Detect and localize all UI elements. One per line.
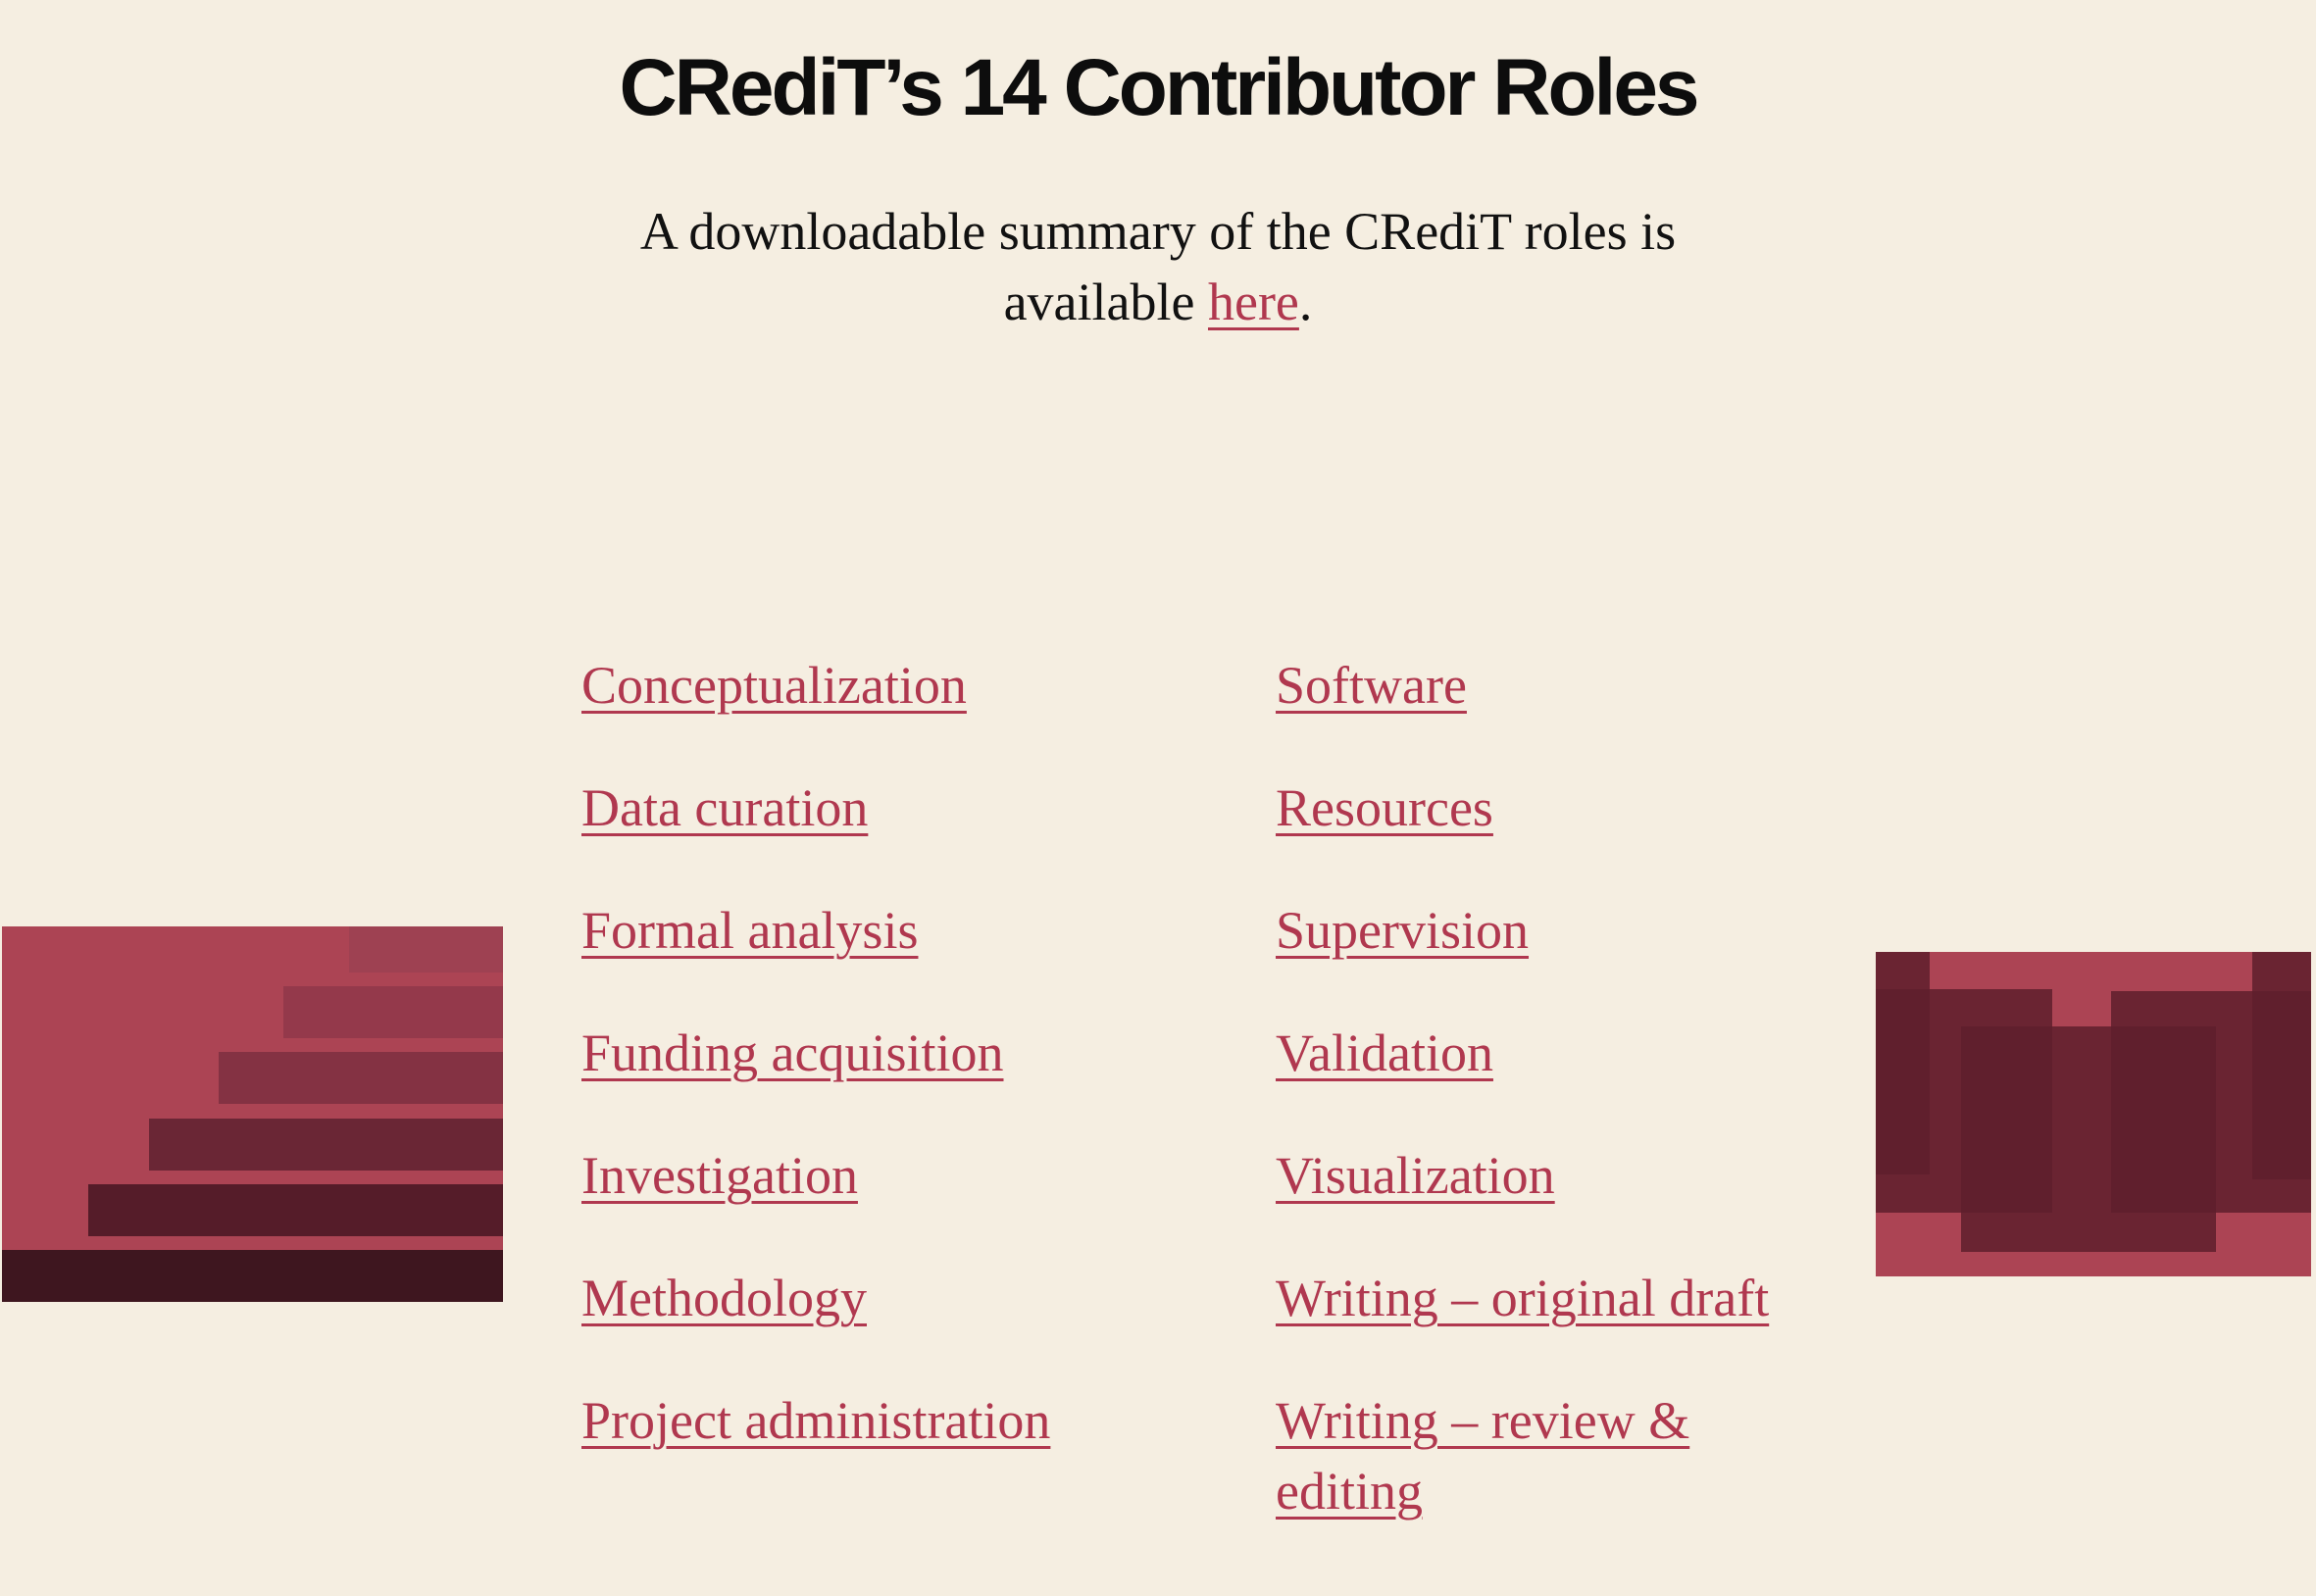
- list-item: Project administration: [581, 1385, 1091, 1456]
- list-item: Resources: [1276, 773, 1825, 843]
- intro-paragraph: A downloadable summary of the CRediT rol…: [570, 196, 1746, 337]
- list-item: Supervision: [1276, 895, 1825, 966]
- list-item: Investigation: [581, 1140, 1091, 1211]
- intro-text: A downloadable summary of the CRediT rol…: [639, 202, 1677, 331]
- staircase-illustration: [2, 926, 503, 1302]
- role-link-formal-analysis[interactable]: Formal analysis: [581, 901, 918, 960]
- role-link-writing-review-editing[interactable]: Writing – review & editing: [1276, 1391, 1689, 1521]
- list-item: Software: [1276, 650, 1825, 721]
- roles-list-right: Software Resources Supervision Validatio…: [1276, 650, 1825, 1578]
- role-link-investigation[interactable]: Investigation: [581, 1146, 858, 1205]
- list-item: Visualization: [1276, 1140, 1825, 1211]
- list-item: Funding acquisition: [581, 1018, 1091, 1088]
- list-item: Validation: [1276, 1018, 1825, 1088]
- list-item: Methodology: [581, 1263, 1091, 1333]
- role-link-methodology[interactable]: Methodology: [581, 1269, 867, 1327]
- summary-download-link[interactable]: here: [1208, 273, 1299, 331]
- role-link-validation[interactable]: Validation: [1276, 1023, 1493, 1082]
- intro-period: .: [1298, 273, 1313, 331]
- role-link-funding-acquisition[interactable]: Funding acquisition: [581, 1023, 1004, 1082]
- page-title: CRediT’s 14 Contributor Roles: [619, 43, 1699, 132]
- list-item: Conceptualization: [581, 650, 1091, 721]
- role-link-data-curation[interactable]: Data curation: [581, 778, 868, 837]
- list-item: Writing – original draft: [1276, 1263, 1825, 1333]
- role-link-writing-original-draft[interactable]: Writing – original draft: [1276, 1269, 1769, 1327]
- roles-list-left: Conceptualization Data curation Formal a…: [581, 650, 1091, 1508]
- role-link-project-administration[interactable]: Project administration: [581, 1391, 1050, 1450]
- list-item: Formal analysis: [581, 895, 1091, 966]
- role-link-software[interactable]: Software: [1276, 656, 1467, 715]
- role-link-supervision[interactable]: Supervision: [1276, 901, 1529, 960]
- list-item: Writing – review & editing: [1276, 1385, 1825, 1526]
- role-link-resources[interactable]: Resources: [1276, 778, 1493, 837]
- overlapping-blocks-illustration: [1876, 952, 2311, 1276]
- role-link-visualization[interactable]: Visualization: [1276, 1146, 1555, 1205]
- list-item: Data curation: [581, 773, 1091, 843]
- role-link-conceptualization[interactable]: Conceptualization: [581, 656, 967, 715]
